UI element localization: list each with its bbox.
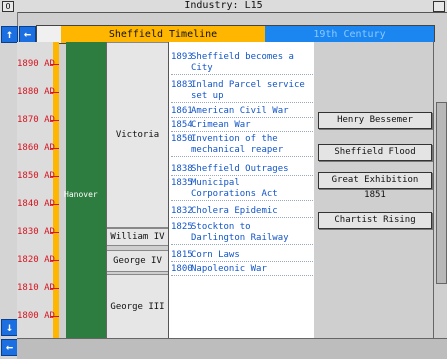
event-item[interactable]: 1825Stockton to Darlington Railway [171, 222, 313, 245]
ruler-tick-mark [51, 288, 59, 289]
ruler-tick-mark [51, 176, 59, 177]
event-text: Inland Parcel service set up [191, 80, 305, 101]
event-year: 1850 [171, 134, 193, 144]
event-item[interactable]: 1815Corn Laws [171, 250, 313, 262]
event-year: 1861 [171, 106, 193, 116]
ruler-tick-mark [51, 120, 59, 121]
down-arrow-icon[interactable]: ↓ [1, 319, 18, 336]
event-item[interactable]: 1850Invention of the mechanical reaper [171, 134, 313, 157]
ruler-tick-mark [51, 204, 59, 205]
monarch-block[interactable]: Victoria [107, 42, 168, 228]
ruler-tick-label: 1870 AD [17, 114, 59, 126]
event-item[interactable]: 1835Municipal Corporations Act [171, 178, 313, 201]
event-year: 1832 [171, 206, 193, 216]
topic-button[interactable]: Chartist Rising [318, 212, 432, 229]
title-bar: O Industry: L15 [0, 0, 447, 13]
event-year: 1854 [171, 120, 193, 130]
left-toolbar: ↑ ↓ ← [0, 12, 18, 358]
event-year: 1893 [171, 52, 193, 62]
era-tab-right[interactable]: 19th Century [265, 26, 434, 43]
ruler-tick-label: 1800 AD [17, 310, 59, 322]
event-item[interactable]: 1893Sheffield becomes a City [171, 52, 313, 75]
event-text: Sheffield becomes a City [191, 52, 294, 73]
event-text: Stockton to Darlington Railway [191, 222, 289, 243]
scrollbar[interactable] [433, 42, 447, 338]
dynasty-label: Hanover [64, 190, 98, 199]
topic-button[interactable]: Henry Bessemer [318, 112, 432, 129]
event-text: Crimean War [191, 120, 251, 130]
ruler-tick-label: 1830 AD [17, 226, 59, 238]
event-text: American Civil War [191, 106, 289, 116]
era-tab-left[interactable]: Sheffield Timeline [61, 26, 265, 43]
topic-button[interactable]: Sheffield Flood [318, 144, 432, 161]
monarch-block[interactable]: George III [107, 274, 168, 340]
ruler-tick-label: 1860 AD [17, 142, 59, 154]
event-item[interactable]: 1832Cholera Epidemic [171, 206, 313, 218]
ruler-tick-mark [51, 316, 59, 317]
timeline-ruler: 1890 AD 1880 AD 1870 AD 1860 AD 1850 AD 1840 … [17, 42, 59, 338]
event-item[interactable]: 1800Napoleonic War [171, 264, 313, 276]
event-year: 1835 [171, 178, 193, 188]
event-text: Corn Laws [191, 250, 240, 260]
ruler-tick-mark [51, 232, 59, 233]
ruler-tick-label: 1810 AD [17, 282, 59, 294]
event-text: Napoleonic War [191, 264, 267, 274]
toggle-size-button[interactable] [433, 1, 445, 12]
monarch-column: Victoria William IV George IV George III [106, 42, 169, 340]
scrollbar-thumb[interactable] [436, 102, 447, 284]
event-text: Invention of the mechanical reaper [191, 134, 284, 155]
monarch-name: George III [110, 302, 165, 312]
monarch-block[interactable]: George IV [107, 250, 168, 272]
monarch-name: Victoria [115, 130, 160, 140]
left-arrow-icon[interactable]: ← [19, 26, 36, 43]
monarch-name: William IV [110, 232, 165, 242]
event-year: 1815 [171, 250, 193, 260]
up-arrow-icon[interactable]: ↑ [1, 26, 18, 43]
event-text: Cholera Epidemic [191, 206, 278, 216]
monarch-name: George IV [113, 256, 162, 266]
event-text: Sheffield Outrages [191, 164, 289, 174]
status-strip [17, 338, 447, 359]
event-year: 1883 [171, 80, 193, 90]
dynasty-column: Hanover [64, 42, 106, 338]
window-title: Industry: L15 [184, 0, 263, 11]
ruler-tick-label: 1820 AD [17, 254, 59, 266]
ruler-tick-label: 1890 AD [17, 58, 59, 70]
ruler-tick-label: 1850 AD [17, 170, 59, 182]
ruler-tick-label: 1880 AD [17, 86, 59, 98]
events-column: 1893Sheffield becomes a City 1883Inland P… [168, 42, 316, 338]
topic-panel: Henry Bessemer Sheffield Flood Great Exhib… [314, 42, 433, 338]
left-arrow-icon[interactable]: ← [1, 339, 18, 356]
monarch-block[interactable]: William IV [107, 228, 168, 246]
ruler-tick-mark [51, 64, 59, 65]
ruler-tick-mark [51, 260, 59, 261]
topic-button[interactable]: Great Exhibition 1851 [318, 172, 432, 200]
event-text: Municipal Corporations Act [191, 178, 278, 199]
event-year: 1800 [171, 264, 193, 274]
event-item[interactable]: 1883Inland Parcel service set up [171, 80, 313, 103]
ruler-tick-label: 1840 AD [17, 198, 59, 210]
event-item[interactable]: 1861American Civil War [171, 106, 313, 118]
ruler-tick-mark [51, 148, 59, 149]
event-item[interactable]: 1838Sheffield Outrages [171, 164, 313, 176]
event-item[interactable]: 1854Crimean War [171, 120, 313, 132]
event-year: 1825 [171, 222, 193, 232]
event-year: 1838 [171, 164, 193, 174]
ruler-tick-mark [51, 92, 59, 93]
